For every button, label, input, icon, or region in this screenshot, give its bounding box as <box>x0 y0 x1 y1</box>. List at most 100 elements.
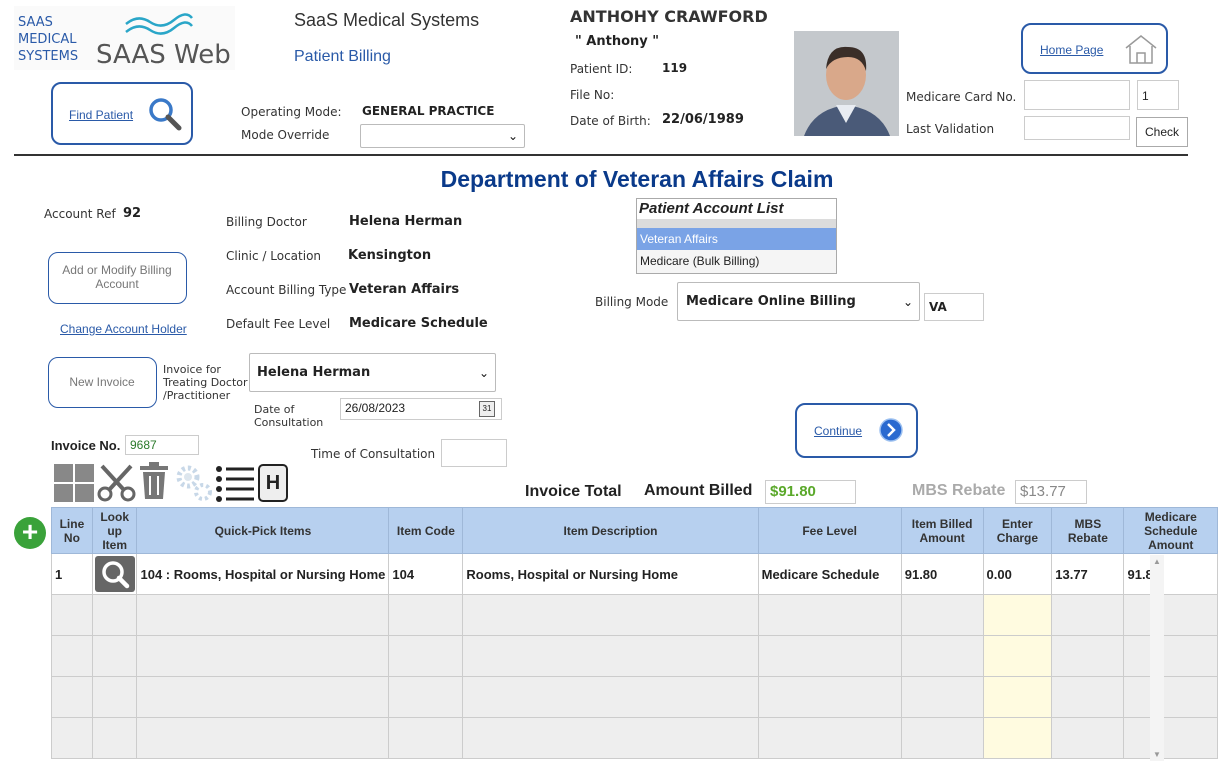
billing-type-label: Account Billing Type <box>226 283 347 297</box>
treating-doctor-label: Invoice for Treating Doctor /Practitione… <box>163 363 248 402</box>
cell-item-code[interactable]: 104 <box>388 553 464 595</box>
find-patient-button[interactable]: Find Patient <box>51 82 193 145</box>
column-header-item-description: Item Description <box>462 507 759 554</box>
account-list-item-veteran-affairs[interactable]: Veteran Affairs <box>637 228 836 250</box>
add-modify-billing-account-button[interactable]: Add or Modify Billing Account <box>48 252 187 304</box>
time-of-consultation-label: Time of Consultation <box>311 447 436 461</box>
check-button-label: Check <box>1144 125 1179 139</box>
mode-override-label: Mode Override <box>241 128 330 142</box>
billing-type-value: Veteran Affairs <box>349 282 460 297</box>
medicare-irn-field[interactable]: 1 <box>1137 80 1179 110</box>
add-modify-billing-account-label: Add or Modify Billing Account <box>62 263 172 291</box>
billing-mode-value: Medicare Online Billing <box>686 294 856 309</box>
file-no-label: File No: <box>570 88 615 102</box>
patient-name: ANTHOHY CRAWFORD <box>570 7 768 26</box>
fee-level-value: Medicare Schedule <box>349 316 488 331</box>
account-list-title: Patient Account List <box>637 199 836 219</box>
treating-doctor-select[interactable]: Helena Herman ⌄ <box>249 353 496 392</box>
lookup-search-icon[interactable] <box>94 556 135 592</box>
billing-doctor-label: Billing Doctor <box>226 215 307 229</box>
history-button[interactable]: H <box>258 464 288 502</box>
billing-doctor-value: Helena Herman <box>349 214 463 229</box>
patient-id-label: Patient ID: <box>570 62 633 76</box>
column-header-line-no: Line No <box>51 507 93 554</box>
billing-mode-select[interactable]: Medicare Online Billing ⌄ <box>677 282 920 321</box>
search-icon <box>149 98 182 131</box>
billing-mode-code-field[interactable]: VA <box>924 293 984 321</box>
cell-quick-pick[interactable]: 104 : Rooms, Hospital or Nursing Home <box>136 553 390 595</box>
new-invoice-label: New Invoice <box>69 375 135 389</box>
table-row[interactable] <box>51 635 1218 677</box>
invoice-items-table: Line No Look up Item Quick-Pick Items It… <box>51 507 1218 759</box>
calendar-icon[interactable]: 31 <box>479 401 495 417</box>
arrow-right-icon <box>879 418 903 442</box>
logo-text-line1: SAAS <box>18 15 53 30</box>
trash-icon[interactable] <box>139 462 169 500</box>
table-row[interactable] <box>51 594 1218 636</box>
column-header-billed-amount: Item Billed Amount <box>900 507 984 554</box>
table-row[interactable]: 1 104 : Rooms, Hospital or Nursing Home … <box>51 553 1218 595</box>
add-row-icon[interactable]: + <box>14 517 46 549</box>
operating-mode-value: GENERAL PRACTICE <box>362 104 495 118</box>
change-account-holder-link[interactable]: Change Account Holder <box>60 322 187 336</box>
dob-label: Date of Birth: <box>570 114 651 128</box>
invoice-total-label: Invoice Total <box>525 483 622 500</box>
history-button-label: H <box>265 472 281 494</box>
invoice-number-value: 9687 <box>130 438 157 452</box>
cell-lookup[interactable] <box>91 553 138 595</box>
column-header-schedule-amount: Medicare Schedule Amount <box>1123 507 1218 554</box>
grid-icon[interactable] <box>54 464 94 502</box>
operating-mode-label: Operating Mode: <box>241 105 342 119</box>
fee-level-label: Default Fee Level <box>226 317 331 331</box>
clinic-value: Kensington <box>348 248 432 263</box>
table-row[interactable] <box>51 717 1218 759</box>
continue-label[interactable]: Continue <box>814 424 862 438</box>
table-row[interactable] <box>51 676 1218 718</box>
column-header-quick-pick: Quick-Pick Items <box>136 507 390 554</box>
gears-icon[interactable] <box>174 463 214 503</box>
table-header-row: Line No Look up Item Quick-Pick Items It… <box>51 507 1218 554</box>
mode-override-select[interactable]: ⌄ <box>360 124 525 148</box>
chevron-down-icon: ⌄ <box>507 129 518 143</box>
home-page-button[interactable]: Home Page <box>1021 23 1168 74</box>
account-ref-value: 92 <box>123 206 142 221</box>
cell-fee-level: Medicare Schedule <box>757 553 902 595</box>
home-page-label[interactable]: Home Page <box>1040 43 1103 57</box>
cell-line-no: 1 <box>51 553 93 595</box>
time-of-consultation-field[interactable] <box>441 439 507 467</box>
amount-billed-label: Amount Billed <box>644 482 753 499</box>
home-icon <box>1125 35 1157 64</box>
continue-button[interactable]: Continue <box>795 403 918 458</box>
scroll-up-arrow[interactable]: ▲ <box>1153 557 1161 566</box>
check-button[interactable]: Check <box>1136 117 1188 147</box>
account-list-item-medicare[interactable]: Medicare (Bulk Billing) <box>637 250 836 272</box>
column-header-mbs-rebate: MBS Rebate <box>1051 507 1125 554</box>
cell-item-description: Rooms, Hospital or Nursing Home <box>462 553 759 595</box>
amount-billed-value: $91.80 <box>770 483 816 500</box>
scissors-icon[interactable] <box>97 463 137 503</box>
scroll-down-arrow[interactable]: ▼ <box>1153 750 1161 759</box>
list-icon[interactable] <box>214 464 256 502</box>
invoice-number-field[interactable]: 9687 <box>125 435 199 455</box>
logo-text-line2: MEDICAL <box>18 32 77 47</box>
cell-schedule-amount: 91.80 <box>1123 553 1218 595</box>
cell-enter-charge[interactable]: 0.00 <box>982 553 1053 595</box>
last-validation-field[interactable] <box>1024 116 1130 140</box>
system-name: SaaS Medical Systems <box>294 10 480 30</box>
column-header-lookup: Look up Item <box>91 507 138 554</box>
clinic-label: Clinic / Location <box>226 249 322 263</box>
header-divider <box>14 154 1188 156</box>
new-invoice-button[interactable]: New Invoice <box>48 357 157 408</box>
medicare-card-field[interactable] <box>1024 80 1130 110</box>
logo-web-text: SAAS Web <box>96 40 231 70</box>
last-validation-label: Last Validation <box>906 122 995 136</box>
column-header-item-code: Item Code <box>388 507 464 554</box>
dob-value: 22/06/1989 <box>662 112 744 127</box>
logo-text-line3: SYSTEMS <box>18 49 79 64</box>
date-of-consultation-field[interactable]: 26/08/2023 31 <box>340 398 502 420</box>
brand-logo: SAAS MEDICAL SYSTEMS SAAS Web <box>14 6 235 70</box>
table-scrollbar[interactable]: ▲ ▼ <box>1150 555 1164 761</box>
account-ref-label: Account Ref <box>44 207 116 221</box>
find-patient-label[interactable]: Find Patient <box>69 108 133 122</box>
mbs-rebate-field: $13.77 <box>1015 480 1087 504</box>
